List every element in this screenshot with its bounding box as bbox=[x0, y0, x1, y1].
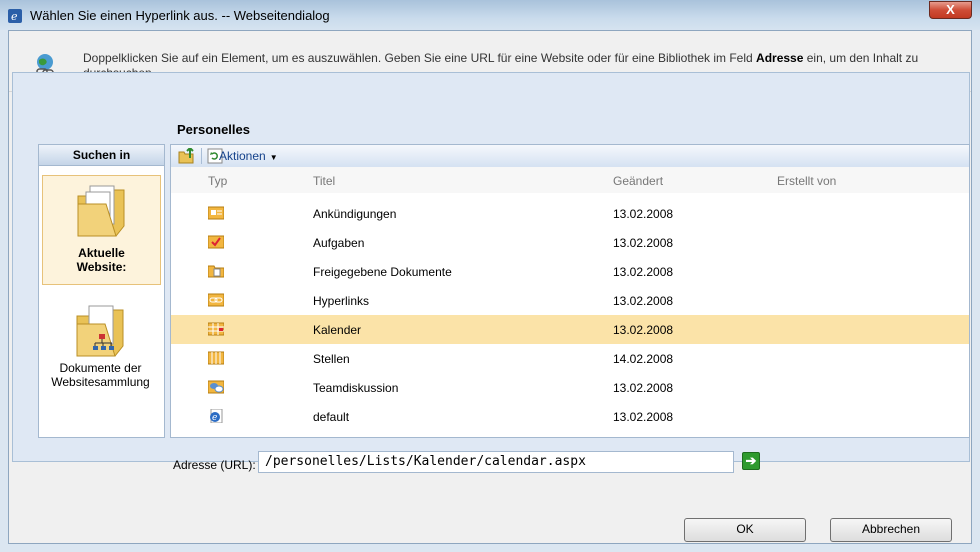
folder-sitemap-icon bbox=[76, 305, 124, 357]
column-created-by[interactable]: Erstellt von bbox=[777, 174, 836, 188]
current-site-label-line2: Website: bbox=[76, 260, 127, 274]
address-input[interactable]: /personelles/Lists/Kalender/calendar.asp… bbox=[258, 451, 734, 473]
row-changed: 13.02.2008 bbox=[613, 381, 674, 395]
web-page-icon: e bbox=[210, 409, 223, 423]
row-changed: 14.02.2008 bbox=[613, 352, 674, 366]
search-in-pane: Aktuelle Website: Dokumente der Websites… bbox=[38, 166, 165, 438]
item-list: Aktionen ▼ Typ Titel Geändert Erstellt vo… bbox=[170, 144, 970, 438]
row-title: Aufgaben bbox=[313, 236, 365, 250]
row-changed: 13.02.2008 bbox=[613, 294, 674, 308]
list-row-hyperlinks[interactable]: Hyperlinks 13.02.2008 bbox=[171, 286, 969, 315]
section-title: Personelles bbox=[177, 122, 250, 137]
row-changed: 13.02.2008 bbox=[613, 410, 674, 424]
column-changed[interactable]: Geändert bbox=[613, 174, 663, 188]
toolbar-separator bbox=[201, 148, 202, 164]
row-changed: 13.02.2008 bbox=[613, 236, 674, 250]
row-changed: 13.02.2008 bbox=[613, 207, 674, 221]
row-changed: 13.02.2008 bbox=[613, 265, 674, 279]
announcements-icon bbox=[208, 206, 224, 220]
list-row-team-discussion[interactable]: Teamdiskussion 13.02.2008 bbox=[171, 373, 969, 402]
site-collection-label-line1: Dokumente der bbox=[59, 361, 142, 375]
list-row-calendar[interactable]: Kalender 13.02.2008 bbox=[171, 315, 969, 344]
current-site-label-line1: Aktuelle bbox=[78, 246, 125, 260]
list-row-default[interactable]: e default 13.02.2008 bbox=[171, 402, 969, 431]
row-title: Kalender bbox=[313, 323, 362, 337]
list-row-tasks[interactable]: Aufgaben 13.02.2008 bbox=[171, 228, 969, 257]
links-icon bbox=[208, 293, 224, 307]
ok-button[interactable]: OK bbox=[684, 518, 806, 542]
row-title: Freigegebene Dokumente bbox=[313, 265, 452, 279]
window-title: Wählen Sie einen Hyperlink aus. -- Webse… bbox=[30, 8, 330, 23]
site-collection-label: Dokumente der Websitesammlung bbox=[42, 361, 159, 389]
tasks-icon bbox=[208, 235, 224, 249]
address-label: Adresse (URL): bbox=[173, 458, 256, 472]
column-title[interactable]: Titel bbox=[313, 174, 335, 188]
go-arrow-icon: ➔ bbox=[745, 453, 757, 468]
document-library-icon bbox=[208, 265, 224, 278]
up-folder-icon[interactable] bbox=[178, 148, 194, 164]
column-header: Typ Titel Geändert Erstellt von bbox=[171, 167, 969, 193]
title-bar[interactable]: e Wählen Sie einen Hyperlink aus. -- Web… bbox=[0, 0, 980, 30]
svg-text:e: e bbox=[212, 413, 217, 423]
search-location-site-collection[interactable]: Dokumente der Websitesammlung bbox=[42, 296, 161, 396]
row-title: default bbox=[313, 410, 350, 424]
row-title: Stellen bbox=[313, 352, 350, 366]
actions-menu[interactable]: Aktionen ▼ bbox=[219, 149, 278, 163]
site-collection-label-line2: Websitesammlung bbox=[51, 375, 150, 389]
list-toolbar: Aktionen ▼ bbox=[171, 145, 969, 168]
go-button[interactable]: ➔ bbox=[742, 452, 760, 470]
list-row-positions[interactable]: Stellen 14.02.2008 bbox=[171, 344, 969, 373]
row-title: Hyperlinks bbox=[313, 294, 370, 308]
folder-documents-icon bbox=[77, 185, 125, 237]
dialog-window: e Wählen Sie einen Hyperlink aus. -- Web… bbox=[0, 0, 980, 552]
calendar-icon bbox=[208, 322, 224, 336]
current-site-label: Aktuelle Website: bbox=[43, 246, 160, 274]
row-changed: 13.02.2008 bbox=[613, 323, 674, 337]
list-row-shared-documents[interactable]: Freigegebene Dokumente 13.02.2008 bbox=[171, 257, 969, 286]
row-title: Ankündigungen bbox=[313, 207, 397, 221]
internet-explorer-icon: e bbox=[8, 9, 22, 23]
column-type[interactable]: Typ bbox=[208, 174, 227, 188]
cancel-button[interactable]: Abbrechen bbox=[830, 518, 952, 542]
search-location-current-site[interactable]: Aktuelle Website: bbox=[42, 175, 161, 285]
instruction-bold-word: Adresse bbox=[756, 51, 804, 65]
actions-label: Aktionen bbox=[219, 149, 266, 163]
svg-text:e: e bbox=[11, 10, 18, 23]
close-button[interactable]: X bbox=[929, 1, 972, 19]
instruction-part-1: Doppelklicken Sie auf ein Element, um es… bbox=[83, 51, 757, 65]
search-in-header: Suchen in bbox=[38, 144, 165, 166]
dropdown-arrow-icon: ▼ bbox=[269, 153, 278, 162]
row-title: Teamdiskussion bbox=[313, 381, 399, 395]
list-row-announcements[interactable]: Ankündigungen 13.02.2008 bbox=[171, 199, 969, 228]
discussion-icon bbox=[208, 380, 224, 394]
list-icon bbox=[208, 351, 224, 365]
